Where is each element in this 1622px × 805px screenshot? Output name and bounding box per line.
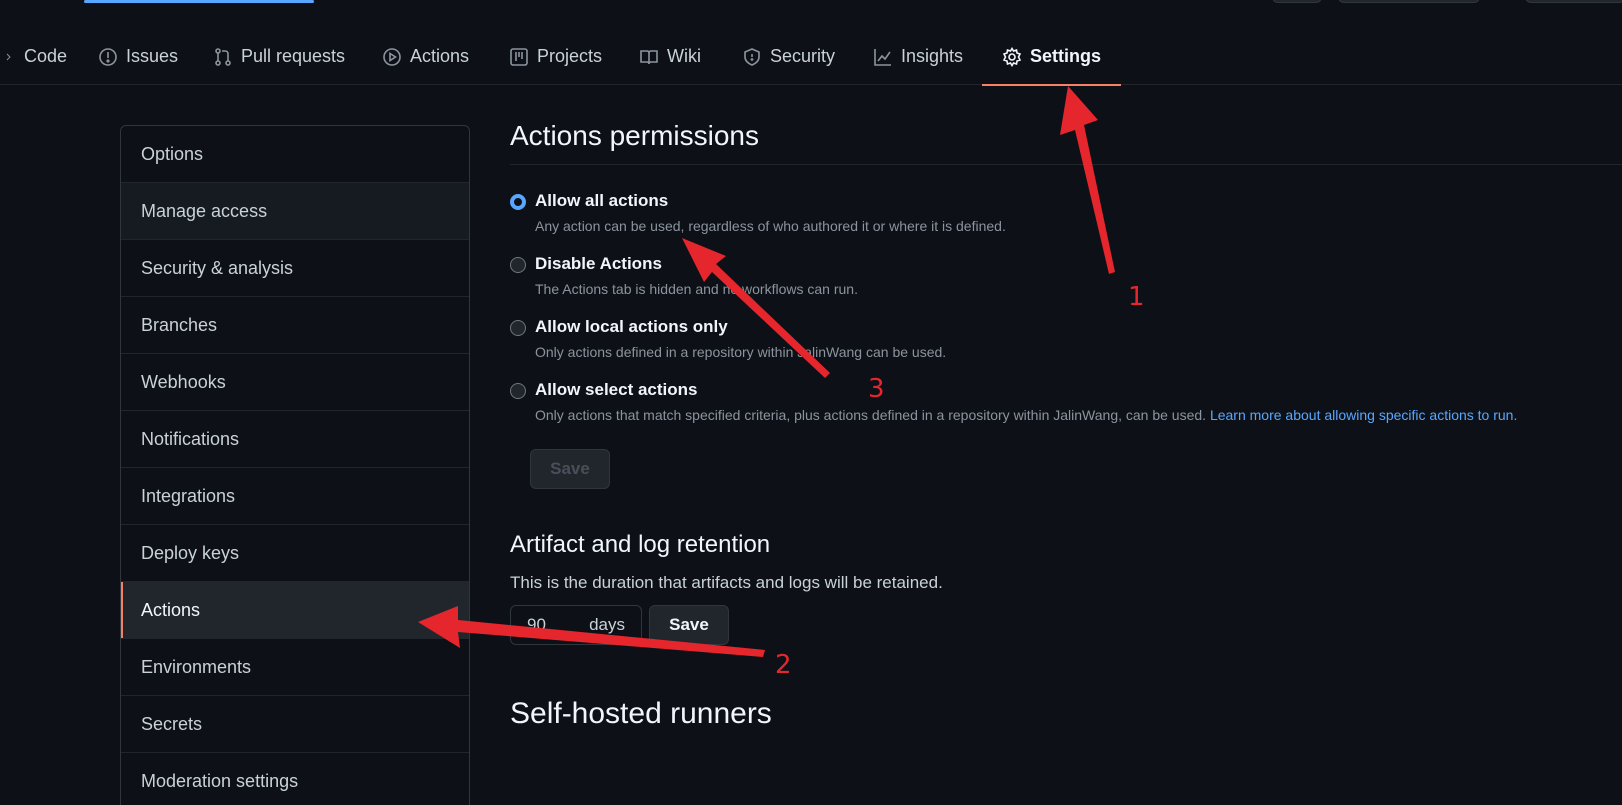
annotation-label-1: 1: [1128, 282, 1145, 312]
chevron-right-icon: [6, 53, 11, 60]
sidebar-item-label: Notifications: [141, 428, 240, 449]
retention-days-value: 90: [527, 615, 546, 634]
sidebar-item-actions[interactable]: Actions: [121, 582, 469, 639]
pull-request-icon: [215, 47, 231, 66]
annotation-label-3: 3: [868, 374, 885, 404]
tab-actions[interactable]: Actions: [382, 28, 469, 85]
repo-title-fragment: [84, 0, 314, 3]
sidebar-item-label: Secrets: [141, 713, 203, 734]
radio-label: Allow all actions: [535, 191, 669, 210]
tab-settings[interactable]: Settings: [981, 28, 1122, 86]
header-button-fragment[interactable]: [1338, 0, 1480, 3]
project-board-icon: [510, 47, 528, 66]
sidebar-item-manage-access[interactable]: Manage access: [121, 183, 469, 240]
tab-label: Security: [770, 46, 836, 66]
tab-label: Issues: [126, 46, 179, 66]
sidebar-item-deploy-keys[interactable]: Deploy keys: [121, 525, 469, 582]
save-permissions-button[interactable]: Save: [530, 449, 610, 489]
sidebar-item-moderation-settings[interactable]: Moderation settings: [121, 753, 469, 805]
radio-label: Allow select actions: [535, 380, 698, 399]
radio-note: Any action can be used, regardless of wh…: [535, 218, 1006, 234]
settings-sidebar: Options Manage access Security & analysi…: [120, 125, 470, 805]
tab-label: Pull requests: [241, 46, 346, 66]
tab-label: Actions: [410, 46, 470, 66]
repo-nav: Code Issues Pull requests Actions Projec…: [0, 28, 1622, 86]
radio-note: The Actions tab is hidden and no workflo…: [535, 281, 858, 297]
play-circle-icon: [383, 47, 401, 66]
gear-icon: [1002, 46, 1022, 67]
tab-issues[interactable]: Issues: [98, 28, 178, 85]
tab-security[interactable]: Security: [742, 28, 835, 85]
retention-description: This is the duration that artifacts and …: [510, 573, 943, 592]
book-icon: [640, 49, 658, 64]
retention-days-unit: days: [589, 615, 625, 634]
sidebar-item-options[interactable]: Options: [121, 126, 469, 183]
retention-days-input[interactable]: 90 days: [510, 605, 642, 645]
sidebar-item-environments[interactable]: Environments: [121, 639, 469, 696]
sidebar-item-label: Manage access: [141, 200, 268, 221]
sidebar-item-label: Moderation settings: [141, 770, 299, 791]
radio-label: Disable Actions: [535, 254, 662, 273]
sidebar-item-label: Branches: [141, 314, 218, 335]
sidebar-item-label: Integrations: [141, 485, 236, 506]
header-button-fragment[interactable]: [1272, 0, 1322, 3]
sidebar-item-secrets[interactable]: Secrets: [121, 696, 469, 753]
radio-note: Only actions defined in a repository wit…: [535, 344, 947, 360]
radio-option-disable[interactable]: Disable Actions The Actions tab is hidde…: [510, 254, 1622, 297]
tab-label: Projects: [537, 46, 603, 66]
section-title-retention: Artifact and log retention: [510, 531, 771, 558]
tab-insights[interactable]: Insights: [873, 28, 963, 85]
issue-circle-icon: [99, 47, 117, 66]
save-retention-button[interactable]: Save: [649, 605, 729, 645]
sidebar-item-integrations[interactable]: Integrations: [121, 468, 469, 525]
tab-projects[interactable]: Projects: [509, 28, 602, 85]
sidebar-item-security-analysis[interactable]: Security & analysis: [121, 240, 469, 297]
settings-main: Actions permissions Allow all actions An…: [510, 120, 1622, 731]
radio-note-text: Only actions that match specified criter…: [535, 407, 1207, 423]
tab-label: Settings: [1030, 46, 1102, 66]
retention-controls: 90 days Save: [510, 605, 1622, 645]
section-title-actions-permissions: Actions permissions: [510, 120, 1622, 165]
sidebar-item-webhooks[interactable]: Webhooks: [121, 354, 469, 411]
sidebar-item-label: Environments: [141, 656, 252, 677]
learn-more-link[interactable]: Learn more about allowing specific actio…: [1210, 407, 1517, 423]
tab-code[interactable]: Code: [4, 28, 67, 85]
radio-option-allow-all[interactable]: Allow all actions Any action can be used…: [510, 191, 1622, 234]
graph-icon: [874, 48, 891, 66]
tab-label: Wiki: [667, 46, 701, 66]
radio-button[interactable]: [510, 257, 526, 273]
tab-pull-requests[interactable]: Pull requests: [213, 28, 345, 85]
radio-option-local-only[interactable]: Allow local actions only Only actions de…: [510, 317, 1622, 360]
tab-label: Code: [24, 46, 68, 66]
tab-wiki[interactable]: Wiki: [639, 28, 701, 85]
sidebar-item-label: Security & analysis: [141, 257, 294, 278]
radio-label: Allow local actions only: [535, 317, 728, 336]
section-title-runners: Self-hosted runners: [510, 697, 772, 730]
radio-option-select[interactable]: Allow select actions Only actions that m…: [510, 380, 1622, 423]
top-header-fragment: [0, 0, 1622, 8]
annotation-label-2: 2: [775, 650, 792, 680]
radio-button[interactable]: [510, 383, 526, 399]
tab-label: Insights: [901, 46, 964, 66]
sidebar-item-label: Options: [141, 143, 204, 164]
radio-button[interactable]: [510, 194, 526, 210]
radio-note: Only actions that match specified criter…: [535, 407, 1622, 423]
sidebar-item-notifications[interactable]: Notifications: [121, 411, 469, 468]
sidebar-item-label: Actions: [141, 599, 201, 620]
sidebar-item-label: Deploy keys: [141, 542, 240, 563]
shield-icon: [744, 47, 760, 66]
sidebar-item-branches[interactable]: Branches: [121, 297, 469, 354]
sidebar-item-label: Webhooks: [141, 371, 226, 392]
header-button-fragment[interactable]: [1525, 0, 1622, 3]
radio-button[interactable]: [510, 320, 526, 336]
